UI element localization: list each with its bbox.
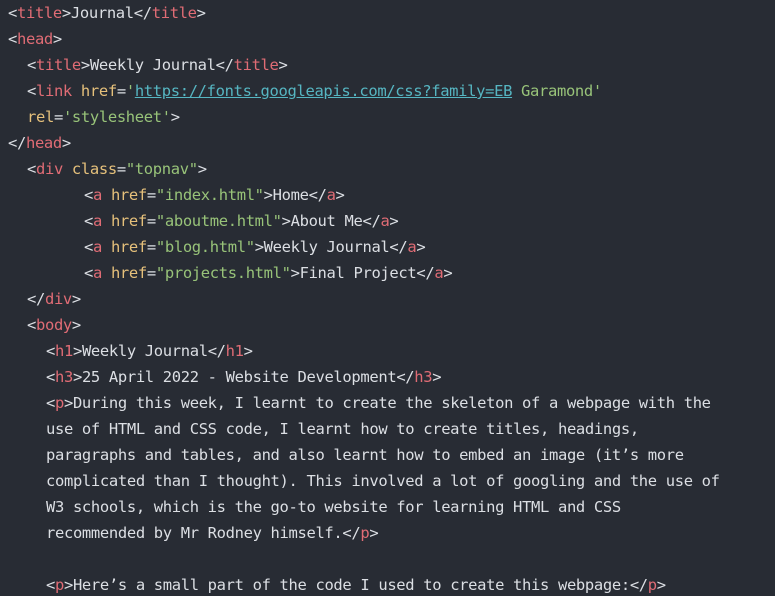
tag-name: h1 bbox=[225, 342, 244, 360]
attr-name: href bbox=[110, 212, 147, 230]
code-line-18: <p>Here’s a small part of the code I use… bbox=[46, 576, 666, 594]
tag-name: a bbox=[92, 212, 102, 230]
attr-name: href bbox=[110, 264, 147, 282]
code-text: Here’s a small part of the code I used t… bbox=[72, 576, 630, 594]
code-text: About Me bbox=[290, 212, 363, 230]
tag-name: p bbox=[54, 394, 64, 412]
tag-name: head bbox=[25, 134, 62, 152]
code-line-10: <a href="blog.html">Weekly Journal</a> bbox=[84, 238, 426, 256]
tag-name: p bbox=[647, 576, 657, 594]
tag-name: p bbox=[54, 576, 64, 594]
tag-name: a bbox=[434, 264, 444, 282]
code-line-6: </head> bbox=[8, 134, 71, 152]
attr-value: "aboutme.html" bbox=[155, 212, 282, 230]
code-line-12: </div> bbox=[27, 290, 81, 308]
tag-name: h1 bbox=[54, 342, 73, 360]
code-text: Weekly Journal bbox=[89, 56, 216, 74]
attr-value: "blog.html" bbox=[155, 238, 255, 256]
tag-name: a bbox=[92, 186, 102, 204]
code-line-1: <title>Journal</title> bbox=[8, 4, 206, 22]
code-text: During this week, I learnt to create the… bbox=[72, 394, 711, 412]
tag-name: title bbox=[35, 56, 81, 74]
code-line-3: <title>Weekly Journal</title> bbox=[27, 56, 288, 74]
code-text: Weekly Journal bbox=[81, 342, 208, 360]
tag-name: a bbox=[326, 186, 336, 204]
code-line-8: <a href="index.html">Home</a> bbox=[84, 186, 345, 204]
code-line-16-wrap-2: paragraphs and tables, and also learnt h… bbox=[46, 442, 684, 468]
tag-name: h3 bbox=[54, 368, 73, 386]
tag-name: body bbox=[35, 316, 72, 334]
code-line-13: <body> bbox=[27, 316, 81, 334]
attr-value: "index.html" bbox=[155, 186, 264, 204]
url-link[interactable]: https://fonts.googleapis.com/css?family=… bbox=[135, 82, 513, 100]
code-line-16-wrap-5: recommended by Mr Rodney himself.</p> bbox=[46, 524, 379, 542]
attr-value: 'stylesheet' bbox=[62, 108, 171, 126]
attr-name: href bbox=[110, 238, 147, 256]
code-line-9: <a href="aboutme.html">About Me</a> bbox=[84, 212, 399, 230]
tag-name: div bbox=[44, 290, 72, 308]
code-line-2: <head> bbox=[8, 30, 62, 48]
code-text: Weekly Journal bbox=[263, 238, 390, 256]
tag-name: title bbox=[233, 56, 279, 74]
attr-quote: ' bbox=[125, 82, 135, 100]
code-text: W3 schools, which is the go-to website f… bbox=[46, 498, 621, 516]
tag-name: a bbox=[92, 264, 102, 282]
code-line-5: rel='stylesheet'> bbox=[27, 108, 180, 126]
code-line-16: <p>During this week, I learnt to create … bbox=[46, 394, 711, 412]
code-line-16-wrap-3: complicated than I thought). This involv… bbox=[46, 468, 720, 494]
code-line-7: <div class="topnav"> bbox=[27, 160, 207, 178]
code-text: Journal bbox=[70, 4, 134, 22]
code-line-15: <h3>25 April 2022 - Website Development<… bbox=[46, 368, 442, 386]
code-line-16-wrap-1: use of HTML and CSS code, I learnt how t… bbox=[46, 416, 639, 442]
code-line-16-wrap-4: W3 schools, which is the go-to website f… bbox=[46, 494, 621, 520]
code-editor[interactable]: <title>Journal</title> <head> <title>Wee… bbox=[0, 0, 775, 596]
code-line-14: <h1>Weekly Journal</h1> bbox=[46, 342, 253, 360]
tag-name: a bbox=[92, 238, 102, 256]
attr-name: rel bbox=[27, 108, 54, 126]
code-text: use of HTML and CSS code, I learnt how t… bbox=[46, 420, 639, 438]
code-text: paragraphs and tables, and also learnt h… bbox=[46, 446, 684, 464]
code-text: recommended by Mr Rodney himself. bbox=[46, 524, 343, 542]
tag-name: title bbox=[151, 4, 197, 22]
code-text: Final Project bbox=[299, 264, 417, 282]
tag-name: p bbox=[360, 524, 370, 542]
tag-name: h3 bbox=[414, 368, 433, 386]
code-text: Home bbox=[272, 186, 309, 204]
attr-value: "projects.html" bbox=[155, 264, 291, 282]
attr-name: href bbox=[80, 82, 117, 100]
code-line-11: <a href="projects.html">Final Project</a… bbox=[84, 264, 453, 282]
attr-value: Garamond' bbox=[512, 82, 602, 100]
attr-name: class bbox=[71, 160, 117, 178]
attr-name: href bbox=[110, 186, 147, 204]
tag-name: title bbox=[16, 4, 62, 22]
tag-name: div bbox=[35, 160, 63, 178]
tag-name: link bbox=[35, 82, 72, 100]
tag-name: head bbox=[16, 30, 53, 48]
code-text: 25 April 2022 - Website Development bbox=[81, 368, 397, 386]
attr-value: "topnav" bbox=[125, 160, 198, 178]
code-text: complicated than I thought). This involv… bbox=[46, 472, 720, 490]
code-line-4: <link href='https://fonts.googleapis.com… bbox=[27, 82, 602, 100]
